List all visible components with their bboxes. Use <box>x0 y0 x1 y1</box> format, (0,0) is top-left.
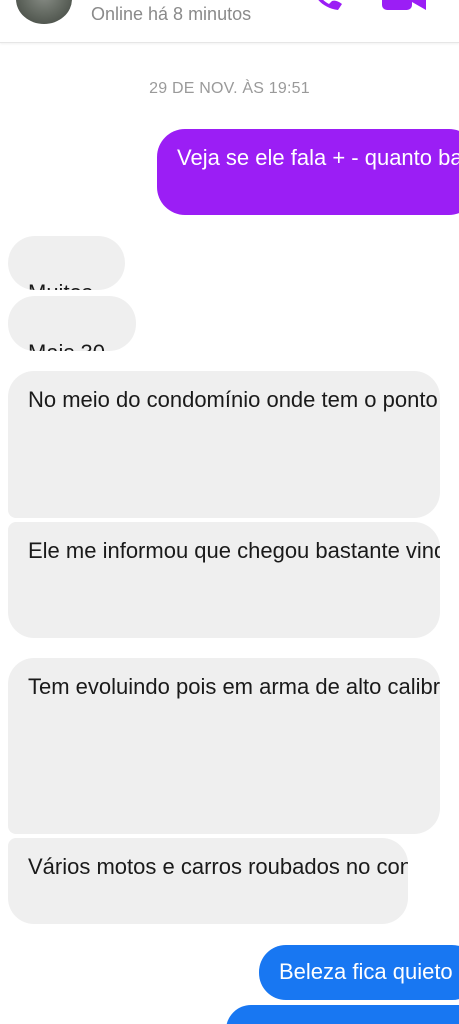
incoming-message[interactable]: Ele me informou que chegou bastante vind… <box>8 522 440 638</box>
incoming-message[interactable]: Vários motos e carros roubados no condom… <box>8 838 408 924</box>
online-status: Online há 8 minutos <box>91 4 252 24</box>
contact-avatar[interactable] <box>16 0 72 24</box>
outgoing-message[interactable] <box>226 1005 459 1024</box>
message-text: Tem evoluindo pois em arma de alto calib… <box>28 674 440 699</box>
chat-header: Online há 8 minutos <box>0 0 459 43</box>
outgoing-message[interactable]: Veja se ele fala + - quanto bandidos tem… <box>157 129 459 215</box>
outgoing-message[interactable]: Beleza fica quieto <box>259 945 459 1000</box>
incoming-message[interactable]: Muitos <box>8 236 125 290</box>
message-text: Ele me informou que chegou bastante vind… <box>28 538 440 563</box>
message-text: No meio do condomínio onde tem o ponto d… <box>28 387 440 412</box>
incoming-message[interactable]: Mais 30 <box>8 296 136 351</box>
incoming-message[interactable]: No meio do condomínio onde tem o ponto d… <box>8 371 440 518</box>
incoming-message[interactable]: Tem evoluindo pois em arma de alto calib… <box>8 658 440 834</box>
phone-icon[interactable] <box>310 0 344 14</box>
message-text: Vários motos e carros roubados no condom… <box>28 854 408 879</box>
video-camera-icon[interactable] <box>382 0 426 12</box>
message-timestamp: 29 DE NOV. ÀS 19:51 <box>149 80 310 97</box>
chat-screen: Online há 8 minutos 29 DE NOV. ÀS 19:51 … <box>0 0 459 1024</box>
message-text: Mais 30 <box>28 338 116 351</box>
message-text: Veja se ele fala + - quanto bandidos tem… <box>177 145 459 170</box>
message-text: Muitos <box>28 278 105 290</box>
message-text: Beleza fica quieto <box>279 959 453 984</box>
